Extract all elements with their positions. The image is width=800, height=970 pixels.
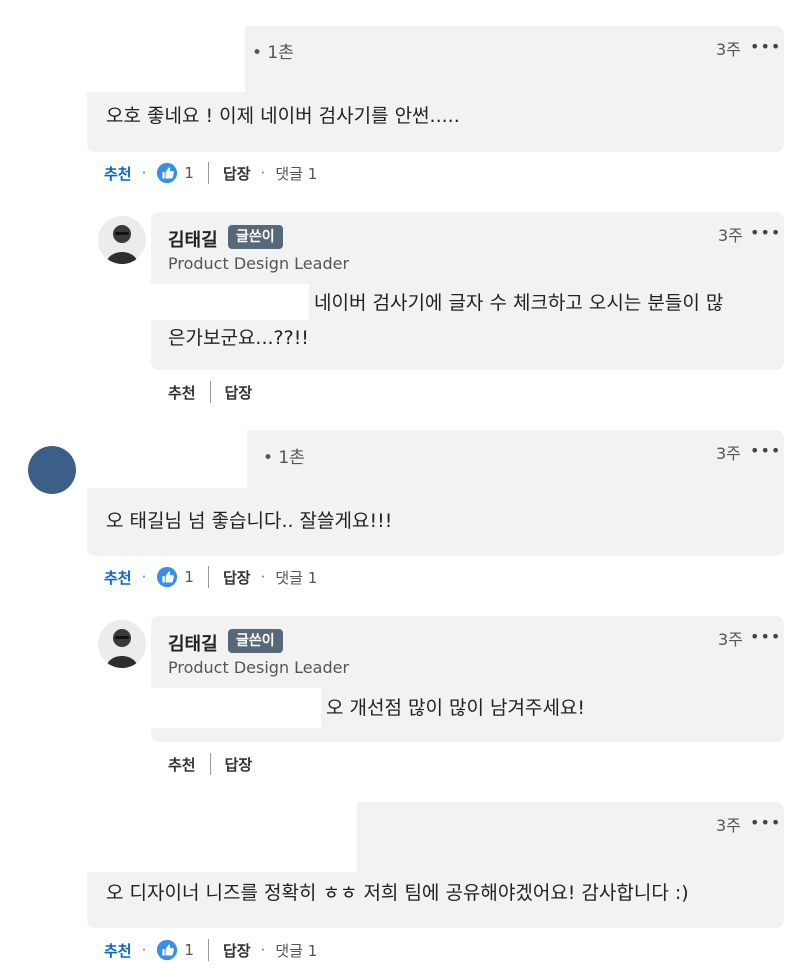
- redacted-author-area: [87, 428, 247, 488]
- reply-actions: 추천 답장: [168, 381, 252, 403]
- author-badge: 글쓴이: [228, 225, 283, 249]
- reply-button[interactable]: 답장: [223, 940, 251, 961]
- author-headline: Product Design Leader: [168, 658, 350, 677]
- like-button[interactable]: 추천: [104, 163, 132, 184]
- like-count: 1: [184, 941, 194, 959]
- comment-timestamp: 3주: [718, 226, 743, 245]
- replies-count-link[interactable]: 댓글 1: [275, 163, 317, 184]
- redacted-area: [151, 284, 309, 320]
- connection-degree: • 1촌: [252, 43, 294, 63]
- replies-count-link[interactable]: 댓글 1: [275, 567, 317, 588]
- user-avatar[interactable]: [28, 446, 76, 494]
- divider: [209, 753, 211, 775]
- replies-count-link[interactable]: 댓글 1: [275, 940, 317, 961]
- divider: [209, 381, 211, 403]
- reply-button[interactable]: 답장: [225, 754, 253, 775]
- like-count: 1: [184, 164, 194, 182]
- reply-text-line1: 네이버 검사기에 글자 수 체크하고 오시는 분들이 많: [314, 292, 724, 314]
- separator-dot: ·: [260, 568, 266, 586]
- comment-actions: 추천 · 1 답장 · 댓글 1: [104, 162, 317, 184]
- thumbs-up-icon: [157, 162, 178, 184]
- reply-actions: 추천 답장: [168, 753, 252, 775]
- redacted-author-area: [87, 22, 245, 92]
- comment-timestamp: 3주: [718, 630, 743, 649]
- separator-dot: ·: [141, 568, 147, 586]
- reply-button[interactable]: 답장: [225, 382, 253, 403]
- comment-timestamp: 3주: [716, 444, 741, 463]
- like-button[interactable]: 추천: [104, 940, 132, 961]
- reply-button[interactable]: 답장: [223, 163, 251, 184]
- more-options-icon[interactable]: •••: [750, 441, 781, 460]
- thumbs-up-icon: [157, 566, 178, 588]
- redacted-author-area: [87, 800, 357, 872]
- like-count: 1: [184, 568, 194, 586]
- reply-text-line2: 은가보군요...??!!: [168, 327, 309, 349]
- author-headline: Product Design Leader: [168, 254, 350, 273]
- more-options-icon[interactable]: •••: [750, 223, 781, 242]
- separator-dot: ·: [141, 164, 147, 182]
- redacted-area: [151, 688, 321, 728]
- comment-text: 오 태길님 넘 좋습니다.. 잘쓸게요!!!: [106, 510, 393, 532]
- comment-actions: 추천 · 1 답장 · 댓글 1: [104, 939, 317, 961]
- divider: [207, 162, 209, 184]
- like-button[interactable]: 추천: [168, 754, 196, 775]
- comment-text: 오호 좋네요 ! 이제 네이버 검사기를 안썬.....: [106, 105, 460, 127]
- more-options-icon[interactable]: •••: [750, 627, 781, 646]
- author-name[interactable]: 김태길: [168, 630, 218, 656]
- user-avatar[interactable]: [98, 620, 146, 668]
- connection-degree: • 1촌: [263, 448, 305, 468]
- separator-dot: ·: [260, 164, 266, 182]
- like-button[interactable]: 추천: [104, 567, 132, 588]
- comment-timestamp: 3주: [716, 816, 741, 835]
- separator-dot: ·: [260, 941, 266, 959]
- reply-button[interactable]: 답장: [223, 567, 251, 588]
- user-avatar[interactable]: [98, 216, 146, 264]
- author-badge: 글쓴이: [228, 629, 283, 653]
- comment-timestamp: 3주: [716, 40, 741, 59]
- divider: [207, 939, 209, 961]
- separator-dot: ·: [141, 941, 147, 959]
- more-options-icon[interactable]: •••: [750, 37, 781, 56]
- reply-text: 오 개선점 많이 많이 남겨주세요!: [326, 697, 586, 719]
- thumbs-up-icon: [157, 939, 178, 961]
- author-name[interactable]: 김태길: [168, 226, 218, 252]
- comment-text: 오 디자이너 니즈를 정확히 ㅎㅎ 저희 팀에 공유해야겠어요! 감사합니다 :…: [106, 882, 689, 904]
- comment-actions: 추천 · 1 답장 · 댓글 1: [104, 566, 317, 588]
- like-button[interactable]: 추천: [168, 382, 196, 403]
- more-options-icon[interactable]: •••: [750, 813, 781, 832]
- divider: [207, 566, 209, 588]
